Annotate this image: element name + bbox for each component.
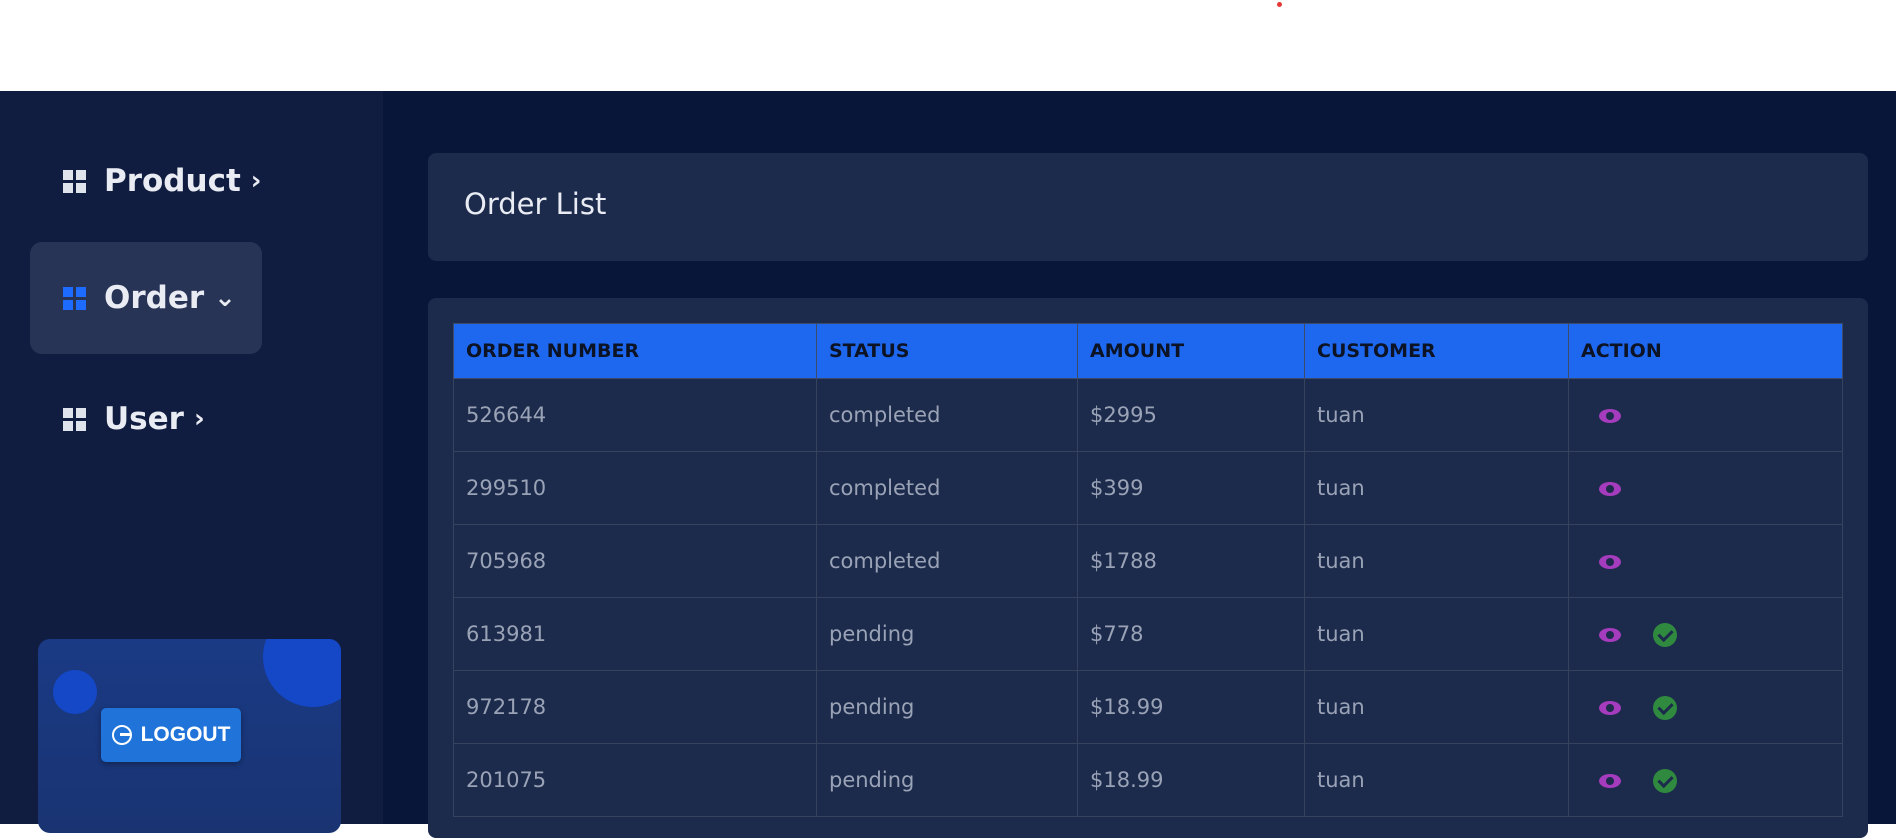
logout-button[interactable]: LOGOUT [101, 708, 241, 762]
amount-cell: $18.99 [1077, 743, 1305, 817]
customer-cell: tuan [1304, 524, 1569, 598]
amount-cell: $1788 [1077, 524, 1305, 598]
order-number-cell: 201075 [453, 743, 817, 817]
view-icon[interactable] [1599, 554, 1623, 570]
view-icon[interactable] [1599, 627, 1623, 643]
sidebar-item-label: Order [104, 280, 205, 316]
table-row: 201075 pending $18.99 tuan [453, 743, 1843, 817]
column-header-order-number: ORDER NUMBER [453, 323, 817, 379]
indicator-dot [1277, 2, 1282, 7]
sidebar-item-product[interactable]: Product › [30, 125, 262, 237]
decor-circle [263, 639, 341, 707]
status-cell: pending [816, 743, 1078, 817]
order-number-cell: 705968 [453, 524, 817, 598]
order-number-cell: 613981 [453, 597, 817, 671]
table-row: 526644 completed $2995 tuan [453, 378, 1843, 452]
column-header-customer: CUSTOMER [1304, 323, 1569, 379]
dashboard-icon [63, 407, 86, 431]
customer-cell: tuan [1304, 743, 1569, 817]
action-cell [1568, 743, 1843, 817]
sidebar-item-label: User [104, 401, 184, 437]
status-cell: completed [816, 378, 1078, 452]
action-cell [1568, 378, 1843, 452]
table-header-row: ORDER NUMBER STATUS AMOUNT CUSTOMER ACTI… [453, 323, 1843, 379]
table-row: 972178 pending $18.99 tuan [453, 670, 1843, 744]
action-cell [1568, 451, 1843, 525]
action-cell [1568, 524, 1843, 598]
dashboard-icon [63, 286, 86, 310]
approve-check-icon[interactable] [1653, 695, 1677, 720]
amount-cell: $778 [1077, 597, 1305, 671]
table-row: 299510 completed $399 tuan [453, 451, 1843, 525]
customer-cell: tuan [1304, 451, 1569, 525]
order-number-cell: 526644 [453, 378, 817, 452]
view-icon[interactable] [1599, 408, 1623, 424]
sidebar-item-label: Product [104, 163, 241, 199]
chevron-right-icon: › [193, 404, 205, 434]
view-icon[interactable] [1599, 481, 1623, 497]
logout-label: LOGOUT [140, 723, 231, 746]
action-cell [1568, 670, 1843, 744]
column-header-status: STATUS [816, 323, 1078, 379]
chevron-down-icon: ⌄ [214, 283, 236, 313]
order-table: ORDER NUMBER STATUS AMOUNT CUSTOMER ACTI… [453, 323, 1843, 817]
order-number-cell: 299510 [453, 451, 817, 525]
table-row: 613981 pending $778 tuan [453, 597, 1843, 671]
order-number-cell: 972178 [453, 670, 817, 744]
column-header-action: ACTION [1568, 323, 1843, 379]
order-table-card: ORDER NUMBER STATUS AMOUNT CUSTOMER ACTI… [428, 298, 1868, 838]
sidebar: Product › Order ⌄ User › LOGOUT [0, 91, 383, 833]
amount-cell: $18.99 [1077, 670, 1305, 744]
dashboard-icon [63, 169, 86, 193]
customer-cell: tuan [1304, 378, 1569, 452]
table-row: 705968 completed $1788 tuan [453, 524, 1843, 598]
logout-card: LOGOUT [38, 639, 341, 833]
logout-icon [111, 725, 132, 745]
status-cell: pending [816, 670, 1078, 744]
column-header-amount: AMOUNT [1077, 323, 1305, 379]
decor-circle [53, 670, 97, 714]
amount-cell: $2995 [1077, 378, 1305, 452]
top-bar [0, 0, 1896, 91]
customer-cell: tuan [1304, 670, 1569, 744]
amount-cell: $399 [1077, 451, 1305, 525]
status-cell: completed [816, 524, 1078, 598]
sidebar-item-order[interactable]: Order ⌄ [30, 242, 262, 354]
page-title: Order List [464, 187, 607, 221]
view-icon[interactable] [1599, 773, 1623, 789]
view-icon[interactable] [1599, 700, 1623, 716]
sidebar-item-user[interactable]: User › [30, 363, 262, 475]
approve-check-icon[interactable] [1653, 622, 1677, 647]
status-cell: pending [816, 597, 1078, 671]
approve-check-icon[interactable] [1653, 768, 1677, 793]
status-cell: completed [816, 451, 1078, 525]
page-header-card: Order List [428, 153, 1868, 261]
action-cell [1568, 597, 1843, 671]
chevron-right-icon: › [250, 166, 262, 196]
customer-cell: tuan [1304, 597, 1569, 671]
